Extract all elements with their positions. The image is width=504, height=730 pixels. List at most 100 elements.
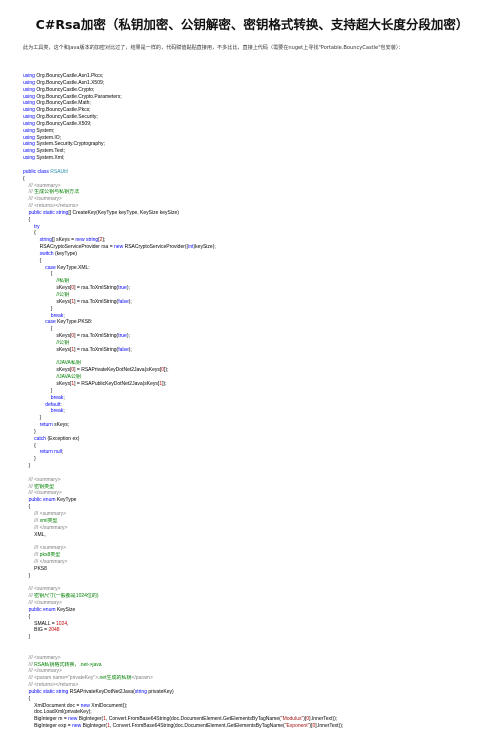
code-line: public enum KeySize bbox=[23, 607, 493, 614]
code-token: { bbox=[23, 613, 31, 620]
code-token: new bbox=[72, 723, 82, 730]
code-token: /// </summary> bbox=[23, 668, 62, 675]
code-token: /// <summary> bbox=[23, 476, 61, 483]
code-token: return bbox=[39, 449, 53, 456]
code-line: /// <returns></returns> bbox=[23, 203, 493, 210]
code-line: //公钥 bbox=[23, 292, 493, 299]
code-line: case KeyType.XML: bbox=[23, 265, 493, 272]
code-token: sKeys[ bbox=[23, 285, 72, 292]
code-token: /// </summary> bbox=[23, 558, 68, 565]
code-token: catch bbox=[34, 435, 47, 442]
code-line: //JAVA私钥 bbox=[23, 360, 493, 367]
code-token: ].InnerText)); bbox=[309, 716, 338, 723]
code-token: false bbox=[118, 346, 129, 353]
code-token: ] = rsa.ToXmlString( bbox=[74, 298, 119, 305]
code-token: , Convert.FromBase64String(doc.DocumentE… bbox=[106, 716, 281, 723]
code-token: "Modulus" bbox=[280, 716, 304, 723]
code-line: try bbox=[23, 224, 493, 231]
code-line: break; bbox=[23, 313, 493, 320]
page-title: C#Rsa加密（私钥加密、公钥解密、密钥格式转换、支持超大长度分段加密） bbox=[35, 17, 469, 32]
code-line: default: bbox=[23, 402, 493, 409]
code-line: //私钥 bbox=[23, 278, 493, 285]
code-token: (keyType) bbox=[53, 250, 77, 257]
code-token: new bbox=[80, 702, 90, 709]
code-token: privateKey) bbox=[146, 688, 174, 695]
code-token: .net生成的私钥 bbox=[98, 675, 132, 682]
code-token: PKS8 bbox=[23, 565, 47, 572]
code-token: using bbox=[23, 155, 35, 162]
code-line: sKeys[1] = RSAPublicKeyDotNet2Java(sKeys… bbox=[23, 381, 493, 388]
code-line: return null; bbox=[23, 449, 493, 456]
code-token: /// </summary> bbox=[23, 196, 62, 203]
code-line: /// <summary> bbox=[23, 183, 493, 190]
code-line: BigInteger exp = new BigInteger(1, Conve… bbox=[23, 723, 493, 730]
code-token: try bbox=[34, 223, 40, 230]
code-token: BigInteger m = bbox=[23, 716, 69, 723]
code-token: (Exception ex) bbox=[46, 435, 80, 442]
code-token: /// <summary> bbox=[23, 586, 61, 593]
code-token: System.Xml; bbox=[34, 155, 65, 162]
code-line: using Org.BouncyCastle.Crypto; bbox=[23, 87, 493, 94]
code-token: //私钥 bbox=[23, 278, 70, 285]
code-token: /// bbox=[23, 593, 35, 600]
code-token: public bbox=[28, 209, 42, 216]
code-token: switch bbox=[39, 250, 54, 257]
code-line: public static string RSAPrivateKeyDotNet… bbox=[23, 689, 493, 696]
code-line: /// 密钥类型 bbox=[23, 484, 493, 491]
code-token: /// <returns></returns> bbox=[23, 203, 79, 210]
code-token: break bbox=[50, 408, 64, 415]
code-token: ] = rsa.ToXmlString( bbox=[74, 333, 119, 340]
code-token: Org.BouncyCastle.Pkcs; bbox=[34, 107, 91, 114]
code-line: } bbox=[23, 573, 493, 580]
code-token: BigInteger( bbox=[77, 716, 104, 723]
code-token: null bbox=[54, 449, 62, 456]
code-token: { bbox=[23, 695, 31, 702]
code-token: xml类型 bbox=[39, 517, 58, 524]
code-token: [] CreateKey(KeyType keyType, KeySize ke… bbox=[68, 209, 179, 216]
code-token: } bbox=[23, 387, 53, 394]
code-line: using System.IO; bbox=[23, 135, 493, 142]
code-token: System.Text; bbox=[34, 148, 65, 155]
code-line: sKeys[0] = rsa.ToXmlString(true); bbox=[23, 333, 493, 340]
code-token: string bbox=[85, 237, 99, 244]
code-line: /// <summary> bbox=[23, 545, 493, 552]
code-token: RSACryptoServiceProvider(( bbox=[123, 244, 189, 251]
code-token: public bbox=[28, 606, 42, 613]
code-token: true bbox=[118, 285, 127, 292]
code-token: System; bbox=[34, 127, 55, 134]
code-line: } bbox=[23, 463, 493, 470]
code-line: sKeys[1] = rsa.ToXmlString(false); bbox=[23, 299, 493, 306]
code-line: { bbox=[23, 217, 493, 224]
code-token: using bbox=[23, 86, 35, 93]
code-token: ].InnerText)); bbox=[315, 723, 344, 730]
code-token: KeyType.XML: bbox=[55, 264, 90, 271]
code-token: ] = RSAPublicKeyDotNet2Java(sKeys[ bbox=[74, 380, 160, 387]
code-token: KeySize bbox=[55, 606, 76, 613]
code-token: public bbox=[28, 688, 42, 695]
code-token: /// </summary> bbox=[23, 524, 68, 531]
code-token: //公钥 bbox=[23, 339, 70, 346]
code-token: { bbox=[23, 257, 42, 264]
code-line: using Org.BouncyCastle.Security; bbox=[23, 114, 493, 121]
code-line: { bbox=[23, 443, 493, 450]
code-token: ] = rsa.ToXmlString( bbox=[74, 285, 119, 292]
code-token: KeyType bbox=[55, 497, 77, 504]
code-token: SMALL = bbox=[23, 620, 57, 627]
code-token: /// bbox=[23, 661, 35, 668]
code-token: using bbox=[23, 93, 35, 100]
code-line: switch (keyType) bbox=[23, 251, 493, 258]
code-token: { bbox=[23, 271, 53, 278]
code-line: sKeys[0] = rsa.ToXmlString(true); bbox=[23, 285, 493, 292]
code-token: new bbox=[75, 237, 85, 244]
code-token: /// </summary> bbox=[23, 599, 62, 606]
code-token: using bbox=[23, 148, 35, 155]
code-line: string[] sKeys = new string[2]; bbox=[23, 237, 493, 244]
code-token: } bbox=[23, 428, 36, 435]
code-token: sKeys[ bbox=[23, 367, 72, 374]
